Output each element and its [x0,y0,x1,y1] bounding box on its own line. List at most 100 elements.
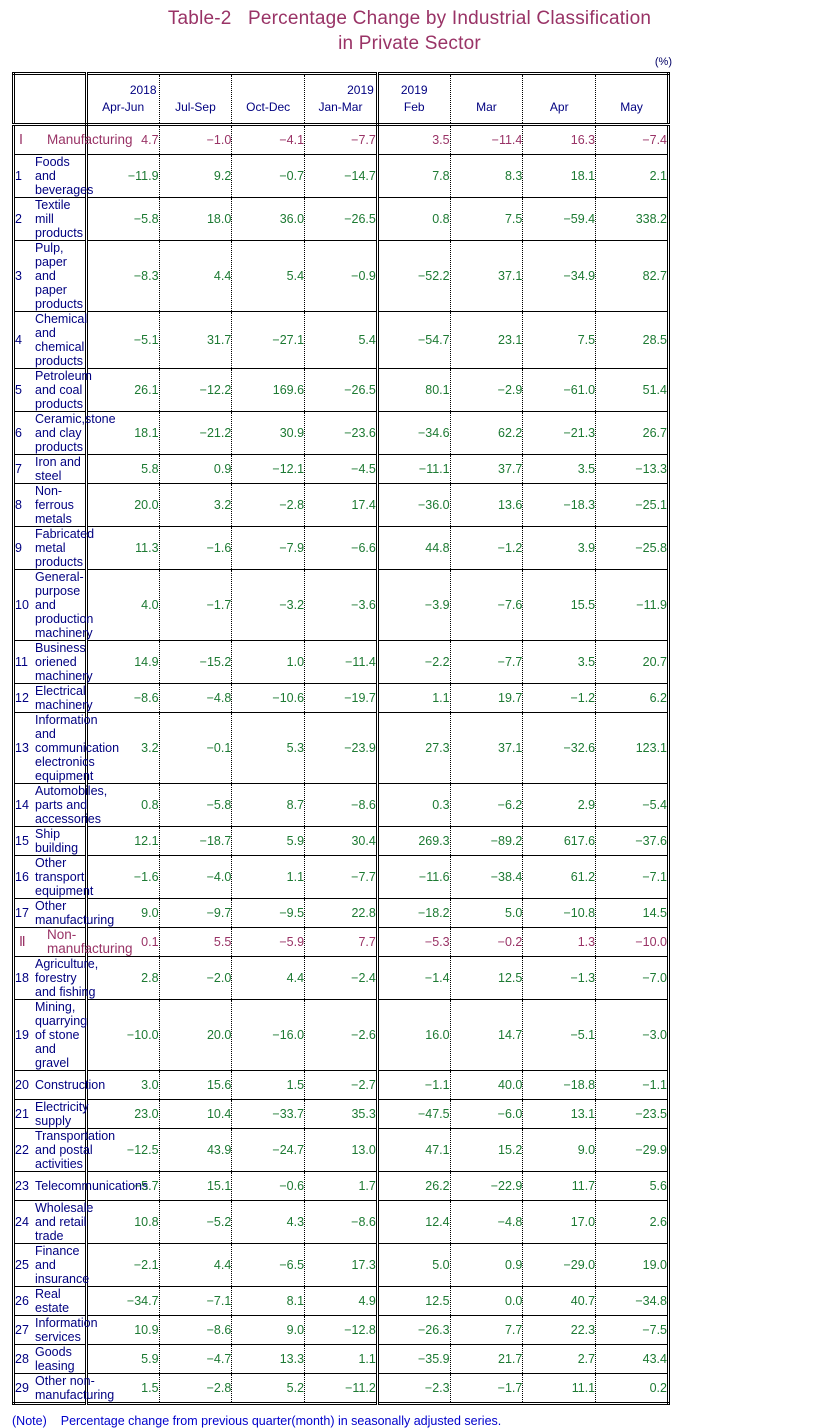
row-number: 23 [15,1179,29,1193]
data-cell: 1.7 [304,1171,379,1201]
data-cell: 9.0 [231,1315,306,1345]
row-label: Information services [35,1316,98,1344]
data-cell: −18.8 [522,1070,597,1100]
table-row: 1 Foods and beverages −11.9 9.2 −0.7 −14.7 7.8… [13,154,669,198]
row-label-cell: 6 Ceramic,stone and clay products [13,411,116,455]
data-cell: −7.1 [595,855,669,899]
data-cell: 19.7 [450,683,524,713]
table-header-row: 2018 Apr-Jun Jul-Sep Oct-Dec 2019 Jan-Ma… [13,73,669,126]
unit-label: (%) [654,56,672,68]
header-col-3-bottom: Jan-Mar [318,100,363,114]
data-cell: 1.0 [231,640,306,684]
data-cell: 15.2 [450,1128,524,1172]
data-cell: 5.4 [231,240,306,312]
data-cell: 5.6 [595,1171,669,1201]
data-cell: 14.5 [595,898,669,928]
data-cell: −2.7 [304,1070,379,1100]
data-cell: 8.1 [231,1286,306,1316]
header-col-0-bottom: Apr-Jun [102,100,145,114]
data-cell: 26.1 [86,368,160,412]
row-label-cell: 23 Telecommunications [13,1171,148,1201]
data-cell: −1.2 [450,526,524,570]
header-col-1: Jul-Sep [159,73,233,126]
data-cell: −0.7 [231,154,306,198]
data-cell: −61.0 [522,368,597,412]
data-cell: 7.7 [450,1315,524,1345]
row-label: Automobiles, parts and accessories [35,784,108,826]
row-label: Other transport equipment [35,856,94,898]
row-number: 14 [15,798,29,812]
data-cell: −52.2 [377,240,451,312]
row-label-cell: 21 Electricity supply [13,1099,88,1129]
data-cell: −0.6 [231,1171,306,1201]
row-number: 11 [15,655,28,669]
table-row: 7 Iron and steel 5.8 0.9 −12.1 −4.5 −11.1 37.7 3… [13,454,669,484]
data-cell: −8.6 [86,683,160,713]
data-cell: 36.0 [231,197,306,241]
table-note: (Note) Percentage change from previous qu… [12,1414,819,1428]
data-cell: 5.0 [450,898,524,928]
data-cell: −0.9 [304,240,379,312]
data-cell: −18.3 [522,483,597,527]
header-col-1-top [160,82,232,99]
data-cell: 11.7 [522,1171,597,1201]
row-label-cell: 1 Foods and beverages [13,154,93,198]
data-cell: 44.8 [377,526,451,570]
data-cell: 30.4 [304,826,379,856]
data-cell: −54.7 [377,311,451,369]
data-cell: 8.3 [450,154,524,198]
row-label-cell: Ⅱ Non-manufacturing [13,927,133,957]
row-number: 16 [15,870,29,884]
data-cell: 0.2 [649,1381,667,1395]
table-row: 11 Business oriened machinery 14.9 −15.2 1.0… [13,640,669,684]
data-cell: 12.5 [450,956,524,1000]
row-label-cell: 13 Information and communication electron… [13,712,119,784]
row-number: 7 [15,462,22,476]
row-label-cell: 15 Ship building [13,826,88,856]
data-cell: −4.0 [159,855,233,899]
data-cell: −7.7 [450,640,524,684]
row-number: 24 [15,1215,29,1229]
data-cell: 23.0 [86,1099,160,1129]
data-cell: 37.7 [450,454,524,484]
data-cell: −25.8 [595,526,669,570]
title-line-2: in Private Sector [338,33,481,54]
row-label: Non-ferrous metals [35,484,74,526]
data-cell: 169.6 [231,368,306,412]
data-cell: −4.7 [159,1344,233,1374]
header-col-6-bottom: Apr [549,100,569,114]
table-row: 3 Pulp, paper and paper products −8.3 4.4 5.… [13,240,669,312]
data-cell: −19.7 [304,683,379,713]
row-label: Transportation and postal activities [35,1129,116,1171]
header-col-7: May [595,73,669,126]
data-cell: −38.4 [450,855,524,899]
table-row: 18 Agriculture, forestry and fishing 2.8 −2… [13,956,669,1000]
unit-row: (%) [12,56,672,72]
row-number: 1 [15,169,22,183]
data-cell: 17.0 [522,1200,597,1244]
row-number: 5 [15,383,22,397]
table-row: 26 Real estate −34.7 −7.1 8.1 4.9 12.5 0.0 40.7−… [13,1286,669,1316]
data-cell: 15.1 [159,1171,233,1201]
data-cell: −24.7 [231,1128,306,1172]
row-label-cell: 19 Mining, quarrying of stone and gravel [13,999,88,1071]
row-label: Information and communication electronic… [35,713,120,783]
data-cell: 5.9 [231,826,306,856]
data-cell: 269.3 [377,826,451,856]
data-cell: −2.6 [304,999,379,1071]
row-label: Other non-manufacturing [35,1374,115,1402]
header-col-5-top [451,82,523,99]
data-cell: −1.4 [377,956,451,1000]
data-cell: 9.0 [522,1128,597,1172]
row-label: Non-manufacturing [47,927,133,956]
data-cell: −34.8 [595,1286,669,1316]
row-label: Construction [35,1078,106,1092]
data-cell: −5.4 [595,783,669,827]
data-cell: 18.1 [522,154,597,198]
data-cell: −10.8 [522,898,597,928]
row-label-cell: 11 Business oriened machinery [13,640,93,684]
row-label-cell: 20 Construction [13,1070,105,1100]
data-cell: −5.8 [86,197,160,241]
data-cell: −7.9 [231,526,306,570]
data-cell: 5.5 [159,927,233,957]
